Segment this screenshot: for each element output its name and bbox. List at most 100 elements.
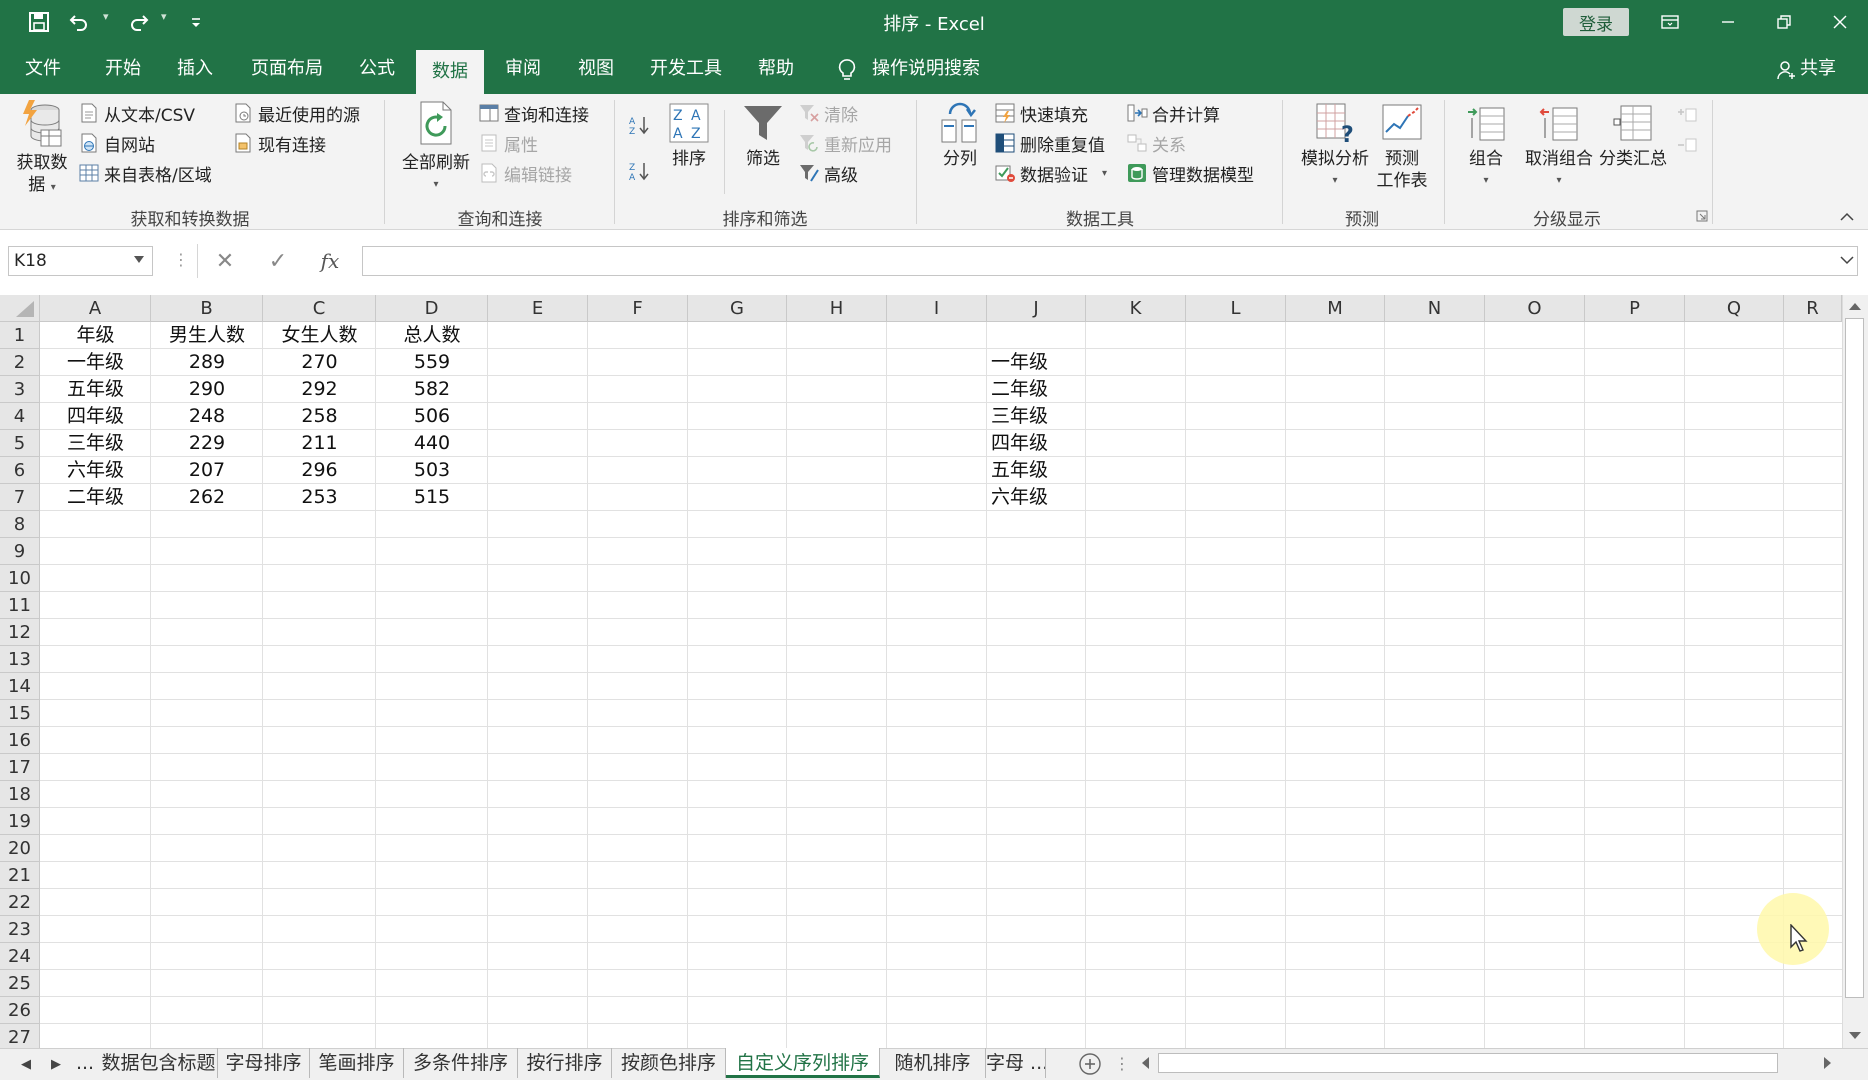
sheet-tab[interactable]: 自定义序列排序 <box>726 1048 880 1078</box>
next-sheet-icon[interactable]: ▶ <box>46 1054 66 1074</box>
custom-list-cell[interactable]: 四年级 <box>987 430 1086 457</box>
filter-button[interactable]: 筛选 <box>736 102 790 170</box>
horizontal-scroll-thumb[interactable] <box>1158 1053 1778 1073</box>
customize-quick-access-icon[interactable] <box>180 6 212 38</box>
row-header-10[interactable]: 10 <box>0 565 40 592</box>
tab-file[interactable]: 文件 <box>16 44 70 94</box>
save-icon[interactable] <box>23 6 55 38</box>
row-header-11[interactable]: 11 <box>0 592 40 619</box>
ungroup-button[interactable]: 取消组合 ▾ <box>1518 102 1600 192</box>
tab-home[interactable]: 开始 <box>96 44 150 94</box>
cancel-entry-icon[interactable]: ✕ <box>211 248 239 274</box>
worksheet-grid[interactable]: ABCDEFGHIJKLMNOPQR 1 2 3 4 5 6 7 8 9 10 11 12 13 14 15… <box>0 295 1842 1048</box>
reapply-button[interactable]: 重新应用 <box>798 128 892 158</box>
from-web-button[interactable]: 自网站 <box>78 128 155 158</box>
tab-review[interactable]: 审阅 <box>496 44 550 94</box>
row-header-24[interactable]: 24 <box>0 943 40 970</box>
column-header-C[interactable]: C <box>263 295 376 322</box>
table-cell[interactable]: 258 <box>263 403 376 430</box>
row-header-5[interactable]: 5 <box>0 430 40 457</box>
queries-connections-button[interactable]: 查询和连接 <box>478 98 589 128</box>
refresh-all-button[interactable]: 全部刷新 ▾ <box>396 98 476 196</box>
row-header-13[interactable]: 13 <box>0 646 40 673</box>
row-header-23[interactable]: 23 <box>0 916 40 943</box>
custom-list-cell[interactable]: 三年级 <box>987 403 1086 430</box>
column-header-Q[interactable]: Q <box>1685 295 1784 322</box>
sheet-overflow-left[interactable]: ... <box>72 1048 98 1078</box>
sheet-tab[interactable]: 按行排序 <box>518 1048 612 1078</box>
login-button[interactable]: 登录 <box>1563 8 1629 36</box>
undo-dropdown-icon[interactable]: ▾ <box>103 10 109 23</box>
hide-detail-button[interactable] <box>1676 130 1702 160</box>
row-header-22[interactable]: 22 <box>0 889 40 916</box>
table-cell[interactable]: 289 <box>151 349 263 376</box>
table-cell[interactable]: 292 <box>263 376 376 403</box>
undo-icon[interactable] <box>63 6 95 38</box>
table-cell[interactable]: 229 <box>151 430 263 457</box>
insert-function-icon[interactable]: fx <box>316 248 344 274</box>
row-header-4[interactable]: 4 <box>0 403 40 430</box>
redo-icon[interactable] <box>123 6 155 38</box>
sheet-tab[interactable]: 数据包含标题 <box>100 1048 218 1078</box>
table-cell[interactable]: 四年级 <box>40 403 151 430</box>
column-header-F[interactable]: F <box>588 295 688 322</box>
close-icon[interactable] <box>1812 0 1868 44</box>
tell-me-search[interactable]: 操作说明搜索 <box>872 44 980 94</box>
tab-help[interactable]: 帮助 <box>749 44 803 94</box>
manage-data-model-button[interactable]: 管理数据模型 <box>1126 158 1254 188</box>
tab-formulas[interactable]: 公式 <box>350 44 404 94</box>
table-cell[interactable]: 440 <box>376 430 488 457</box>
table-cell[interactable]: 270 <box>263 349 376 376</box>
row-header-2[interactable]: 2 <box>0 349 40 376</box>
existing-connections-button[interactable]: 现有连接 <box>232 128 326 158</box>
ribbon-display-options-icon[interactable] <box>1642 0 1698 44</box>
column-header-A[interactable]: A <box>40 295 151 322</box>
sheet-tab[interactable]: 按颜色排序 <box>612 1048 726 1078</box>
table-cell[interactable]: 559 <box>376 349 488 376</box>
edit-links-button[interactable]: 编辑链接 <box>478 158 572 188</box>
column-header-K[interactable]: K <box>1086 295 1186 322</box>
consolidate-button[interactable]: 合并计算 <box>1126 98 1220 128</box>
sheet-tab[interactable]: 笔画排序 <box>310 1048 404 1078</box>
row-header-15[interactable]: 15 <box>0 700 40 727</box>
row-header-27[interactable]: 27 <box>0 1024 40 1048</box>
row-header-19[interactable]: 19 <box>0 808 40 835</box>
share-person-icon[interactable] <box>1776 60 1796 80</box>
custom-list-cell[interactable]: 二年级 <box>987 376 1086 403</box>
row-header-21[interactable]: 21 <box>0 862 40 889</box>
table-cell[interactable]: 三年级 <box>40 430 151 457</box>
row-header-18[interactable]: 18 <box>0 781 40 808</box>
previous-sheet-icon[interactable]: ◀ <box>16 1054 36 1074</box>
formula-input[interactable] <box>362 246 1858 276</box>
sheet-tab[interactable]: 字母 ... <box>986 1048 1046 1078</box>
column-header-J[interactable]: J <box>987 295 1086 322</box>
column-header-B[interactable]: B <box>151 295 263 322</box>
table-cell[interactable]: 五年级 <box>40 376 151 403</box>
row-header-8[interactable]: 8 <box>0 511 40 538</box>
row-header-25[interactable]: 25 <box>0 970 40 997</box>
redo-dropdown-icon[interactable]: ▾ <box>161 10 167 23</box>
table-cell[interactable]: 582 <box>376 376 488 403</box>
column-header-I[interactable]: I <box>887 295 987 322</box>
row-header-17[interactable]: 17 <box>0 754 40 781</box>
minimize-icon[interactable] <box>1700 0 1756 44</box>
sort-a-to-z-button[interactable]: AZ <box>628 110 654 140</box>
row-header-12[interactable]: 12 <box>0 619 40 646</box>
table-header-cell[interactable]: 总人数 <box>376 322 488 349</box>
column-header-G[interactable]: G <box>688 295 787 322</box>
column-header-O[interactable]: O <box>1485 295 1585 322</box>
lightbulb-icon[interactable] <box>836 58 858 82</box>
table-cell[interactable]: 296 <box>263 457 376 484</box>
name-box[interactable]: K18 <box>8 246 153 276</box>
expand-formula-bar-icon[interactable] <box>1840 255 1854 265</box>
confirm-entry-icon[interactable]: ✓ <box>264 248 292 274</box>
sheet-tab[interactable]: 多条件排序 <box>404 1048 518 1078</box>
sort-button[interactable]: Z A A Z 排序 <box>664 102 714 170</box>
restore-icon[interactable] <box>1756 0 1812 44</box>
get-data-button[interactable]: 获取数 据 ▾ <box>10 98 74 199</box>
select-all-corner[interactable] <box>0 295 40 322</box>
column-header-H[interactable]: H <box>787 295 887 322</box>
sheet-tab[interactable]: 字母排序 <box>218 1048 310 1078</box>
table-cell[interactable]: 六年级 <box>40 457 151 484</box>
table-cell[interactable]: 515 <box>376 484 488 511</box>
